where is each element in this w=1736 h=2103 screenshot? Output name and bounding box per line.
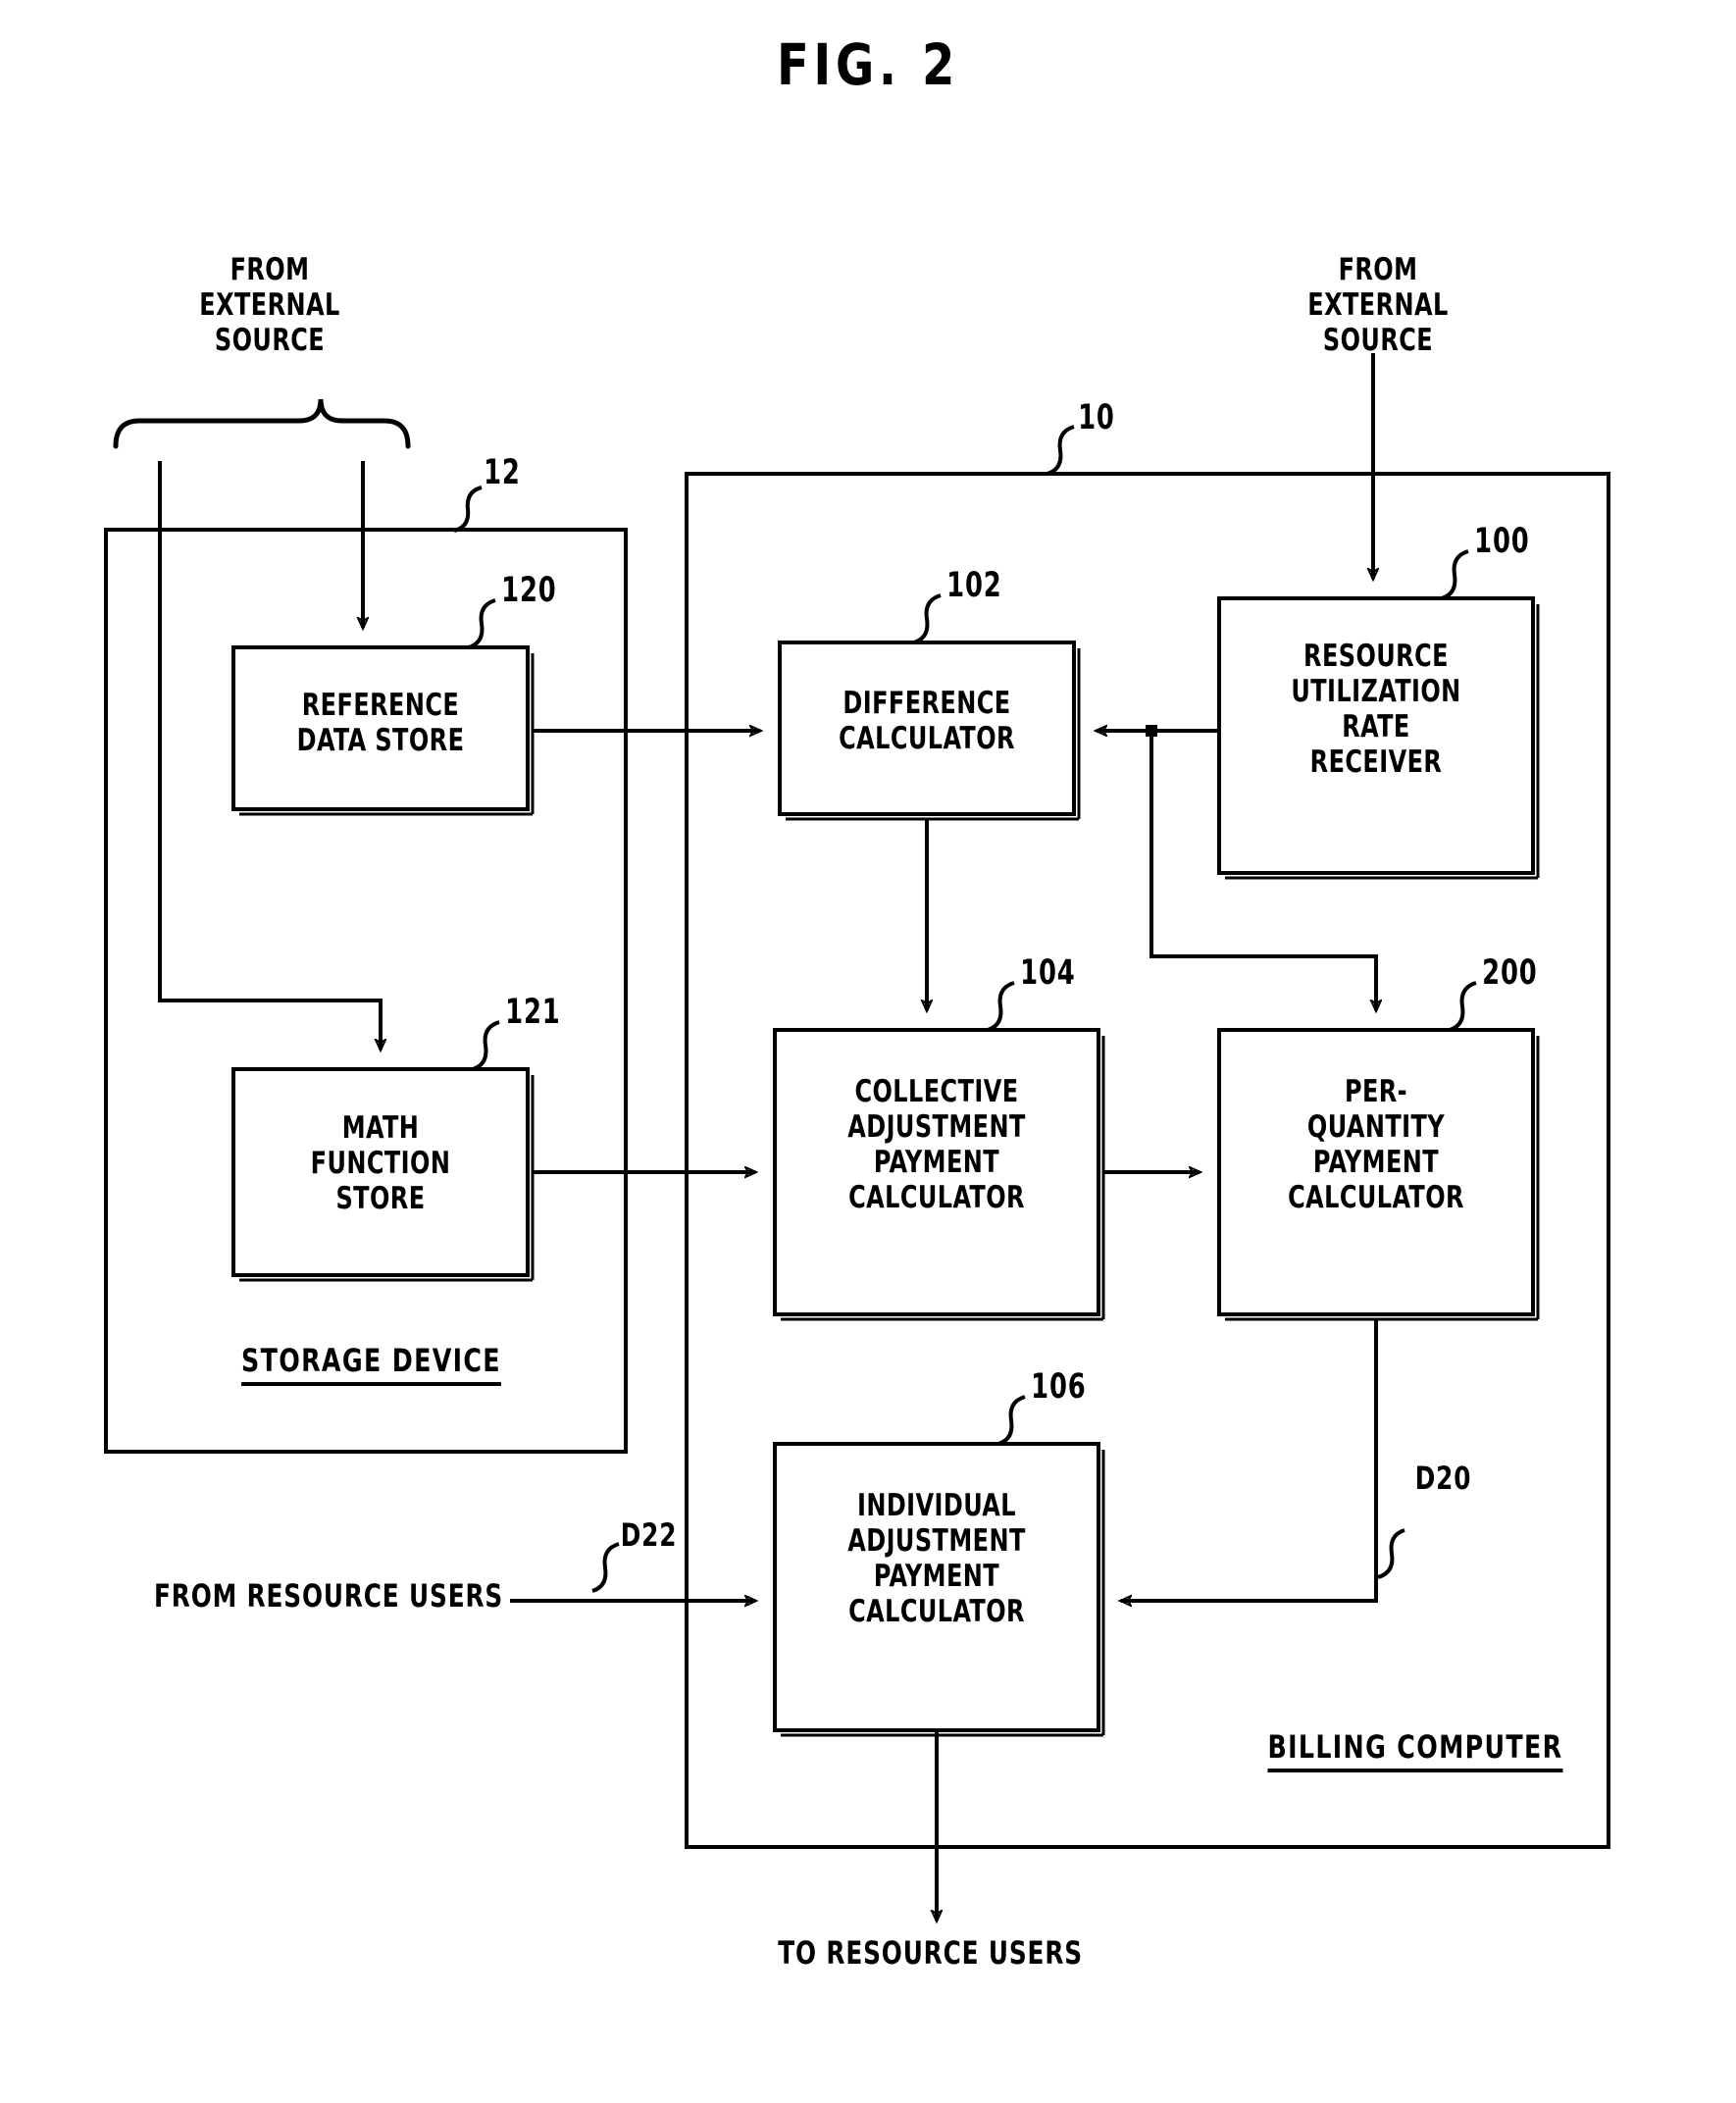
- ref-number-106: 106: [1031, 1367, 1087, 1407]
- block-difference-calculator[interactable]: DIFFERENCE CALCULATOR: [800, 686, 1053, 757]
- signal-label-d22: D22: [620, 1516, 678, 1554]
- signal-label-d20: D20: [1414, 1460, 1472, 1497]
- block-individual-adjustment-payment-calculator[interactable]: INDIVIDUAL ADJUSTMENT PAYMENT CALCULATOR: [797, 1488, 1076, 1630]
- block-resource-utilization-rate-receiver[interactable]: RESOURCE UTILIZATION RATE RECEIVER: [1241, 639, 1510, 781]
- ref-number-120: 120: [501, 571, 557, 610]
- ref-number-10: 10: [1078, 398, 1115, 437]
- ref-number-200: 200: [1482, 953, 1538, 993]
- patent-figure: FIG. 2 FROM EXTERNAL SOURCE FROM EXTERNA…: [0, 0, 1736, 2103]
- external-source-label-right: FROM EXTERNAL SOURCE: [1307, 252, 1449, 358]
- block-reference-data-store[interactable]: REFERENCE DATA STORE: [254, 688, 507, 759]
- ref-number-104: 104: [1020, 953, 1076, 993]
- ref-number-12: 12: [484, 453, 521, 492]
- storage-device-label: STORAGE DEVICE: [241, 1342, 501, 1386]
- to-resource-users-label: TO RESOURCE USERS: [778, 1934, 1083, 1972]
- block-per-quantity-payment-calculator[interactable]: PER- QUANTITY PAYMENT CALCULATOR: [1241, 1074, 1510, 1216]
- ref-number-102: 102: [946, 566, 1002, 605]
- from-resource-users-label: FROM RESOURCE USERS: [153, 1577, 504, 1615]
- ref-number-100: 100: [1474, 522, 1530, 561]
- ref-number-121: 121: [505, 993, 561, 1032]
- external-source-label-left: FROM EXTERNAL SOURCE: [199, 252, 340, 358]
- block-math-function-store[interactable]: MATH FUNCTION STORE: [254, 1110, 507, 1217]
- billing-computer-label: BILLING COMPUTER: [1267, 1728, 1563, 1772]
- block-collective-adjustment-payment-calculator[interactable]: COLLECTIVE ADJUSTMENT PAYMENT CALCULATOR: [797, 1074, 1076, 1216]
